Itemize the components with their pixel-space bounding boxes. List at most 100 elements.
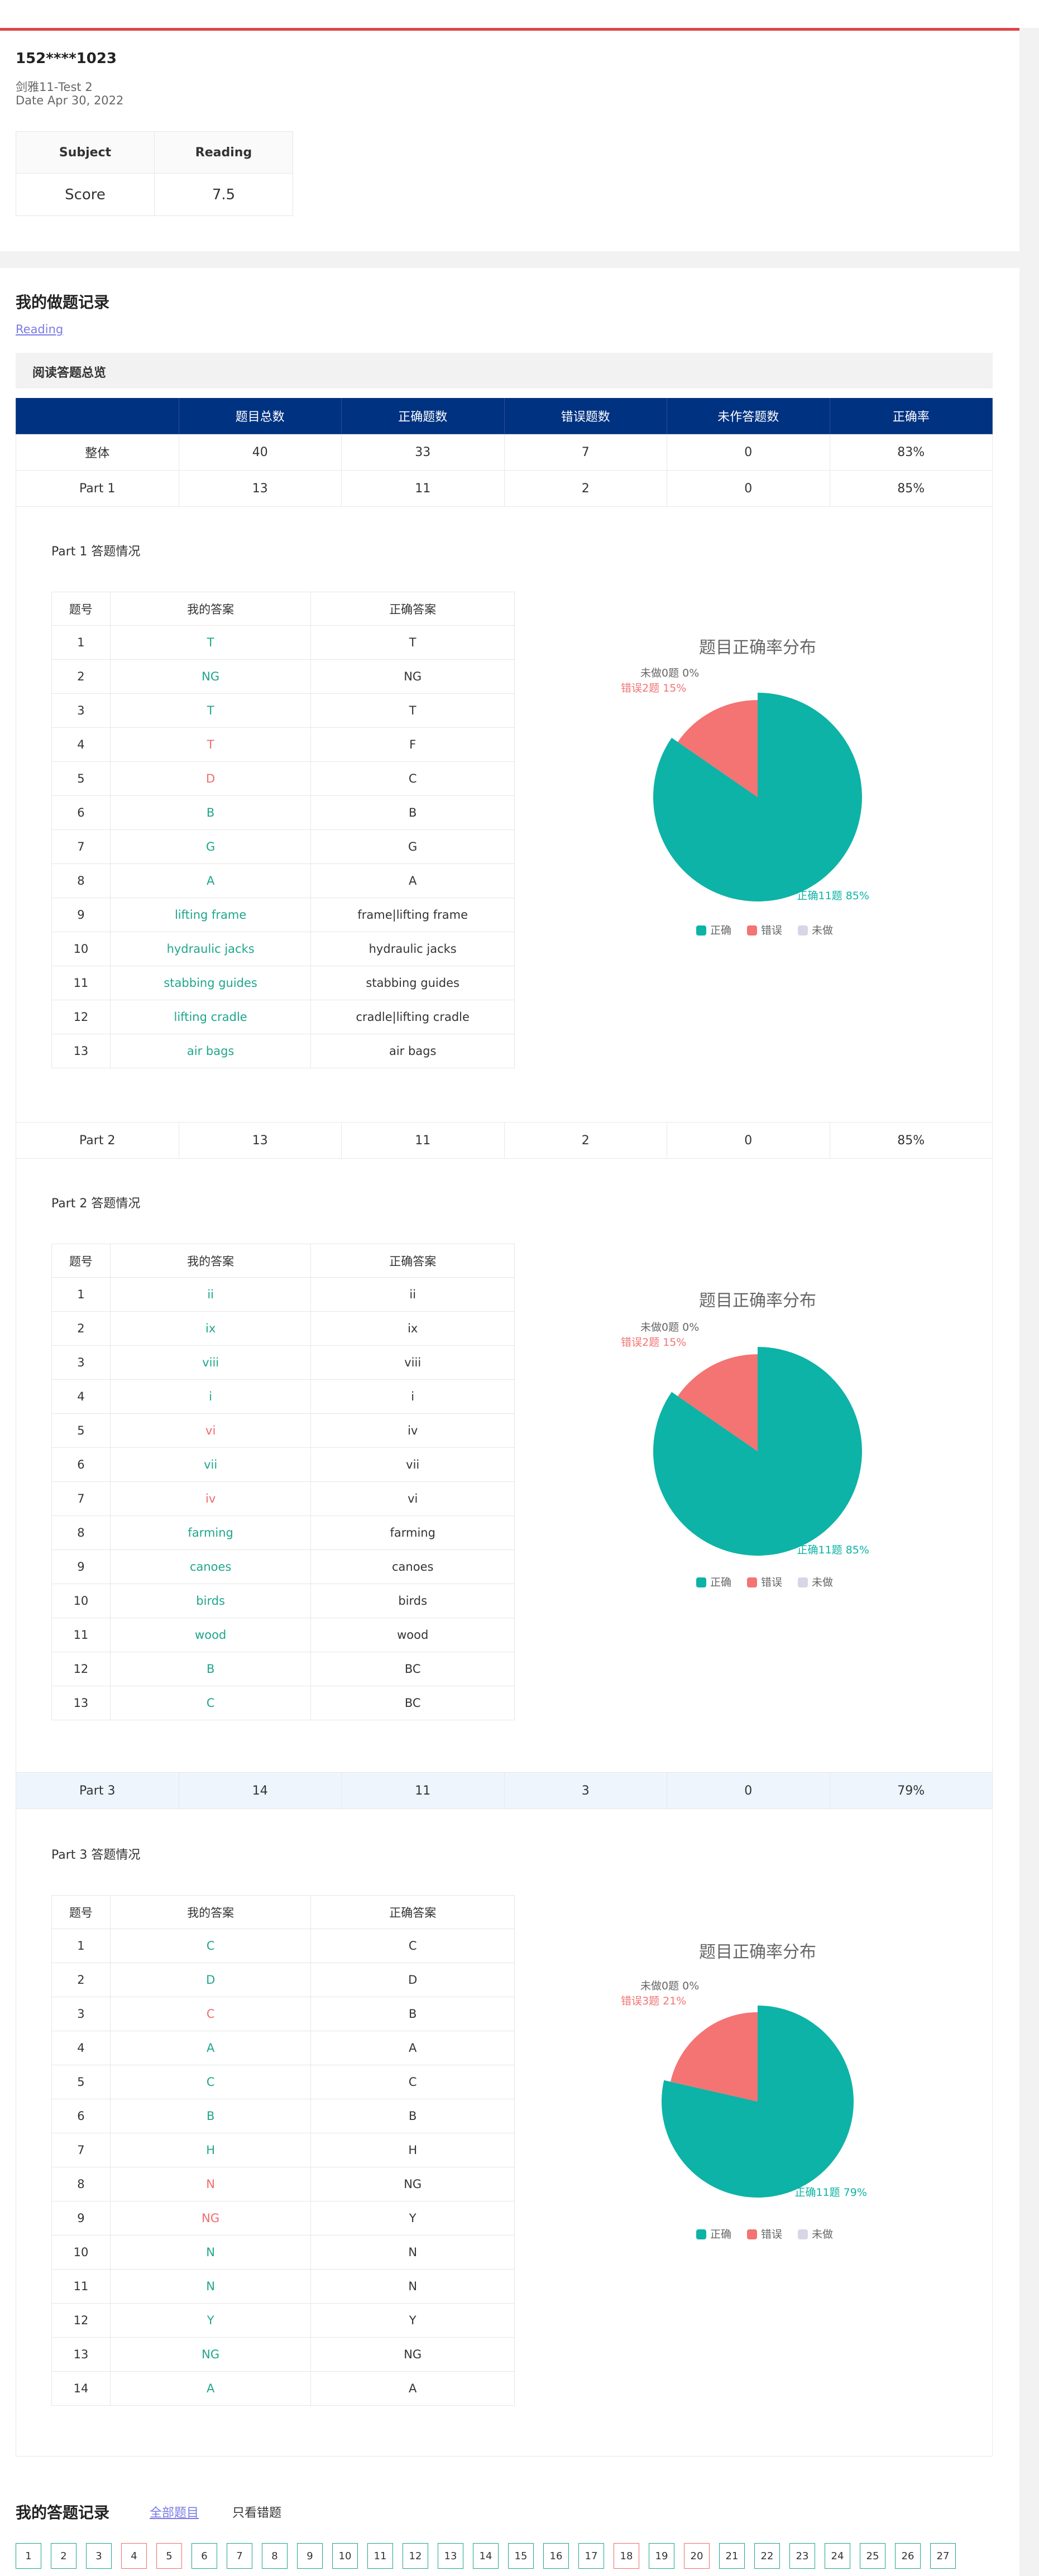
table-row: 3 viii viii — [51, 1345, 515, 1380]
question-number-button[interactable]: 4 — [121, 2543, 147, 2569]
question-number-button[interactable]: 1 — [16, 2543, 41, 2569]
question-number: 7 — [51, 829, 111, 864]
accuracy-pie-chart — [653, 1347, 862, 1556]
my-answer: C — [109, 2065, 312, 2099]
summary-part-row-cell: 13 — [179, 471, 342, 507]
question-number-button[interactable]: 13 — [438, 2543, 463, 2569]
question-number-button[interactable]: 5 — [156, 2543, 182, 2569]
summary-header-row: 题目总数 正确题数 错误题数 未作答题数 正确率 — [16, 398, 993, 434]
legend-item[interactable]: 错误 — [747, 1574, 782, 1589]
legend-label: 未做 — [812, 1576, 834, 1589]
my-answer: A — [109, 864, 312, 898]
question-number-button[interactable]: 23 — [789, 2543, 815, 2569]
summary-overall-row-cell: 33 — [342, 434, 505, 471]
question-number-button[interactable]: 22 — [754, 2543, 780, 2569]
table-row: 1 ii ii — [51, 1277, 515, 1312]
test-name: 剑雅11-Test 2 — [16, 80, 93, 94]
question-number-button[interactable]: 27 — [930, 2543, 956, 2569]
my-answer: B — [109, 795, 312, 830]
table-row: 1CC — [51, 1929, 515, 1963]
legend-item[interactable]: 未做 — [798, 2226, 833, 2241]
answer-table-header: 题号 我的答案 正确答案 — [51, 1244, 515, 1278]
question-number: 2 — [51, 1311, 111, 1346]
pie-label-blank: 未做0题 0% — [640, 667, 700, 679]
summary-overall-row: 整体 40 33 7 0 83% — [16, 434, 993, 471]
legend-item[interactable]: 正确 — [696, 2226, 731, 2241]
chart-legend: 正确 错误 未做 — [696, 922, 833, 937]
legend-item[interactable]: 正确 — [696, 922, 731, 937]
question-number-button[interactable]: 12 — [403, 2543, 428, 2569]
question-number-button[interactable]: 15 — [508, 2543, 534, 2569]
question-number-button[interactable]: 20 — [684, 2543, 710, 2569]
legend-item[interactable]: 未做 — [798, 922, 833, 937]
correct-answer: NG — [310, 2337, 515, 2372]
correct-answer: vi — [310, 1481, 515, 1516]
question-number-button[interactable]: 16 — [543, 2543, 569, 2569]
summary-overall-row-cell: 83% — [830, 434, 993, 471]
question-number-button[interactable]: 8 — [262, 2543, 288, 2569]
legend-swatch — [747, 925, 758, 936]
test-date: Date Apr 30, 2022 — [16, 94, 124, 107]
question-number-button[interactable]: 25 — [860, 2543, 885, 2569]
chart-title: 题目正确率分布 — [699, 1942, 816, 1962]
my-answer: N — [109, 2269, 312, 2304]
chart-title: 题目正确率分布 — [699, 1291, 816, 1311]
correct-answer: NG — [310, 659, 515, 694]
correct-answer: B — [310, 795, 515, 830]
legend-item[interactable]: 未做 — [798, 1574, 833, 1589]
question-number-button[interactable]: 14 — [473, 2543, 499, 2569]
answer-table-header-cell: 题号 — [51, 1244, 111, 1278]
correct-answer: T — [310, 693, 515, 728]
records-title: 我的做题记录 — [16, 293, 110, 311]
table-row: 2 NG NG — [51, 659, 515, 694]
my-answer: NG — [109, 2337, 312, 2372]
table-row: 5CC — [51, 2065, 515, 2099]
question-number-button[interactable]: 17 — [578, 2543, 604, 2569]
question-number-button[interactable]: 26 — [895, 2543, 921, 2569]
summary-part-row-cell: Part 2 — [16, 1122, 179, 1159]
correct-answer: N — [310, 2269, 515, 2304]
correct-answer: T — [310, 625, 515, 660]
summary-header-row-cell: 正确题数 — [342, 398, 505, 434]
my-answer: D — [109, 1963, 312, 1997]
correct-answer: hydraulic jacks — [310, 932, 515, 966]
question-number-button[interactable]: 2 — [51, 2543, 76, 2569]
my-answer: T — [109, 625, 312, 660]
legend-item[interactable]: 错误 — [747, 922, 782, 937]
answer-table-header-cell: 题号 — [51, 1895, 111, 1929]
summary-header-row-cell: 题目总数 — [179, 398, 342, 434]
question-number: 13 — [51, 1034, 111, 1068]
legend-swatch — [696, 1577, 706, 1587]
question-number-button[interactable]: 18 — [614, 2543, 639, 2569]
question-number-button[interactable]: 6 — [191, 2543, 217, 2569]
correct-answer: canoes — [310, 1550, 515, 1584]
my-answer: B — [109, 1652, 312, 1686]
summary-overall-row-cell: 0 — [667, 434, 830, 471]
pie-label-correct: 正确11题 79% — [794, 2186, 867, 2199]
legend-item[interactable]: 正确 — [696, 1574, 731, 1589]
my-answer: birds — [109, 1584, 312, 1618]
question-number: 10 — [51, 2235, 111, 2270]
question-number-button[interactable]: 10 — [332, 2543, 358, 2569]
part-detail-title: Part 2 答题情况 — [51, 1197, 141, 1211]
question-number-button[interactable]: 9 — [297, 2543, 323, 2569]
question-number-button[interactable]: 7 — [227, 2543, 252, 2569]
question-number-button[interactable]: 3 — [86, 2543, 112, 2569]
table-row: 9 canoes canoes — [51, 1550, 515, 1584]
question-number: 1 — [51, 625, 111, 660]
subject-link-reading[interactable]: Reading — [16, 323, 63, 336]
answer-table-header-cell: 正确答案 — [310, 592, 515, 626]
question-number-button[interactable]: 24 — [825, 2543, 850, 2569]
summary-part-row-cell: 0 — [667, 1773, 830, 1809]
table-row: 11 N N — [51, 2269, 515, 2304]
question-number-button[interactable]: 11 — [367, 2543, 393, 2569]
correct-answer: ii — [310, 1277, 515, 1312]
overview-title: 阅读答题总览 — [32, 366, 107, 380]
tab-all-questions[interactable]: 全部题目 — [150, 2503, 199, 2521]
my-answer: canoes — [109, 1550, 312, 1584]
question-number-button[interactable]: 19 — [649, 2543, 674, 2569]
question-number-button[interactable]: 21 — [719, 2543, 745, 2569]
my-answer: N — [109, 2167, 312, 2201]
tab-wrong-only[interactable]: 只看错题 — [232, 2503, 281, 2521]
legend-item[interactable]: 错误 — [747, 2226, 782, 2241]
